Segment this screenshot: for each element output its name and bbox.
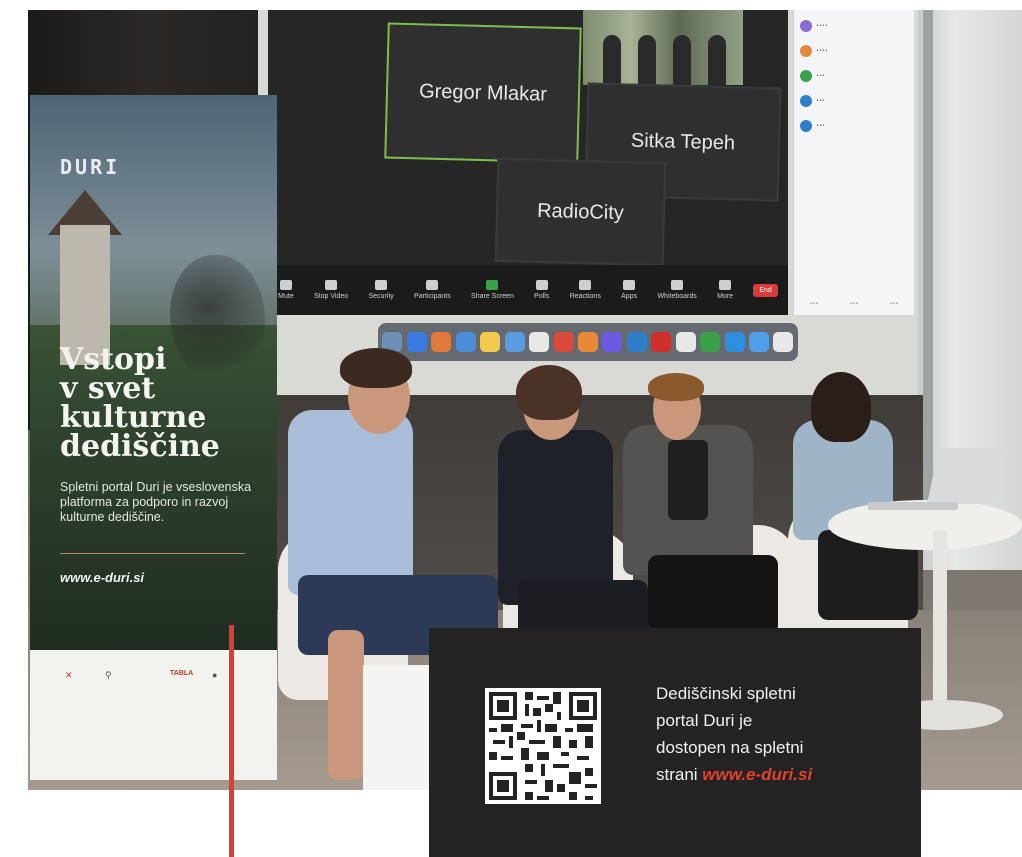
participant-tile: Gregor Mlakar	[384, 22, 582, 164]
sponsor-logo-1: ✕	[65, 670, 73, 680]
more-icon	[719, 280, 732, 290]
duri-logo: DURI	[60, 155, 121, 179]
tool-security: Security	[369, 280, 394, 300]
info-line-3: dostopen na spletni	[656, 738, 804, 757]
participants-panel: •••• •••• ••• ••• ••• ••• ••• •••	[793, 10, 914, 315]
sponsor-logo-4: ●	[212, 670, 218, 680]
share-icon	[486, 280, 499, 290]
tool-reactions: Reactions	[570, 280, 601, 300]
tool-mute: Mute	[278, 280, 294, 300]
participant-name: Sitka Tepeh	[630, 129, 736, 154]
emoji-icon	[579, 280, 592, 290]
video-thumbnail	[583, 10, 743, 85]
tool-apps: Apps	[621, 280, 637, 300]
app-dock	[378, 323, 798, 361]
banner-description: Spletni portal Duri je vseslovenska plat…	[60, 480, 252, 524]
video-call-window: Gregor Mlakar Sitka Tepeh RadioCity Mute…	[268, 10, 788, 315]
camera-icon	[325, 280, 338, 290]
info-line-4: strani www.e-duri.si	[656, 765, 813, 784]
tool-share: Share Screen	[471, 280, 514, 300]
qr-code	[485, 688, 601, 804]
sponsor-logo-2: ⚲	[105, 670, 112, 680]
tool-more: More	[717, 280, 733, 300]
meeting-toolbar: Mute Stop Video Security Participants Sh…	[268, 265, 788, 315]
participant-tile: RadioCity	[494, 157, 667, 267]
laptop	[927, 448, 1007, 504]
tool-whiteboards: Whiteboards	[657, 280, 697, 300]
projection-screen: Gregor Mlakar Sitka Tepeh RadioCity Mute…	[258, 10, 918, 395]
chart-icon	[535, 280, 548, 290]
sponsor-logo-3: TABLA	[170, 670, 194, 677]
participant-name: RadioCity	[536, 199, 625, 224]
info-line-2: portal Duri je	[656, 711, 753, 730]
rollup-banner: DURI Vstopi v svet kulturne dediščine Sp…	[30, 95, 277, 780]
participant-name: Gregor Mlakar	[418, 79, 548, 106]
table-leg	[933, 530, 947, 720]
shield-icon	[375, 280, 388, 290]
red-marker-line	[229, 625, 234, 857]
info-line-1: Dediščinski spletni	[656, 684, 796, 703]
tool-end: End	[753, 283, 778, 297]
info-text: Dediščinski spletni portal Duri je dosto…	[656, 680, 886, 788]
tool-participants: Participants	[414, 280, 451, 300]
banner-headline: Vstopi v svet kulturne dediščine	[60, 342, 220, 464]
laptop-base	[868, 502, 958, 510]
microphone-icon	[279, 280, 292, 290]
apps-icon	[623, 280, 636, 290]
banner-divider	[60, 553, 245, 554]
info-box: Dediščinski spletni portal Duri je dosto…	[429, 628, 921, 857]
tool-video: Stop Video	[314, 280, 348, 300]
window-frame	[923, 10, 933, 530]
whiteboard-icon	[671, 280, 684, 290]
people-icon	[426, 280, 439, 290]
info-url-link[interactable]: www.e-duri.si	[702, 765, 812, 784]
banner-url: www.e-duri.si	[60, 570, 145, 585]
tool-polls: Polls	[534, 280, 549, 300]
